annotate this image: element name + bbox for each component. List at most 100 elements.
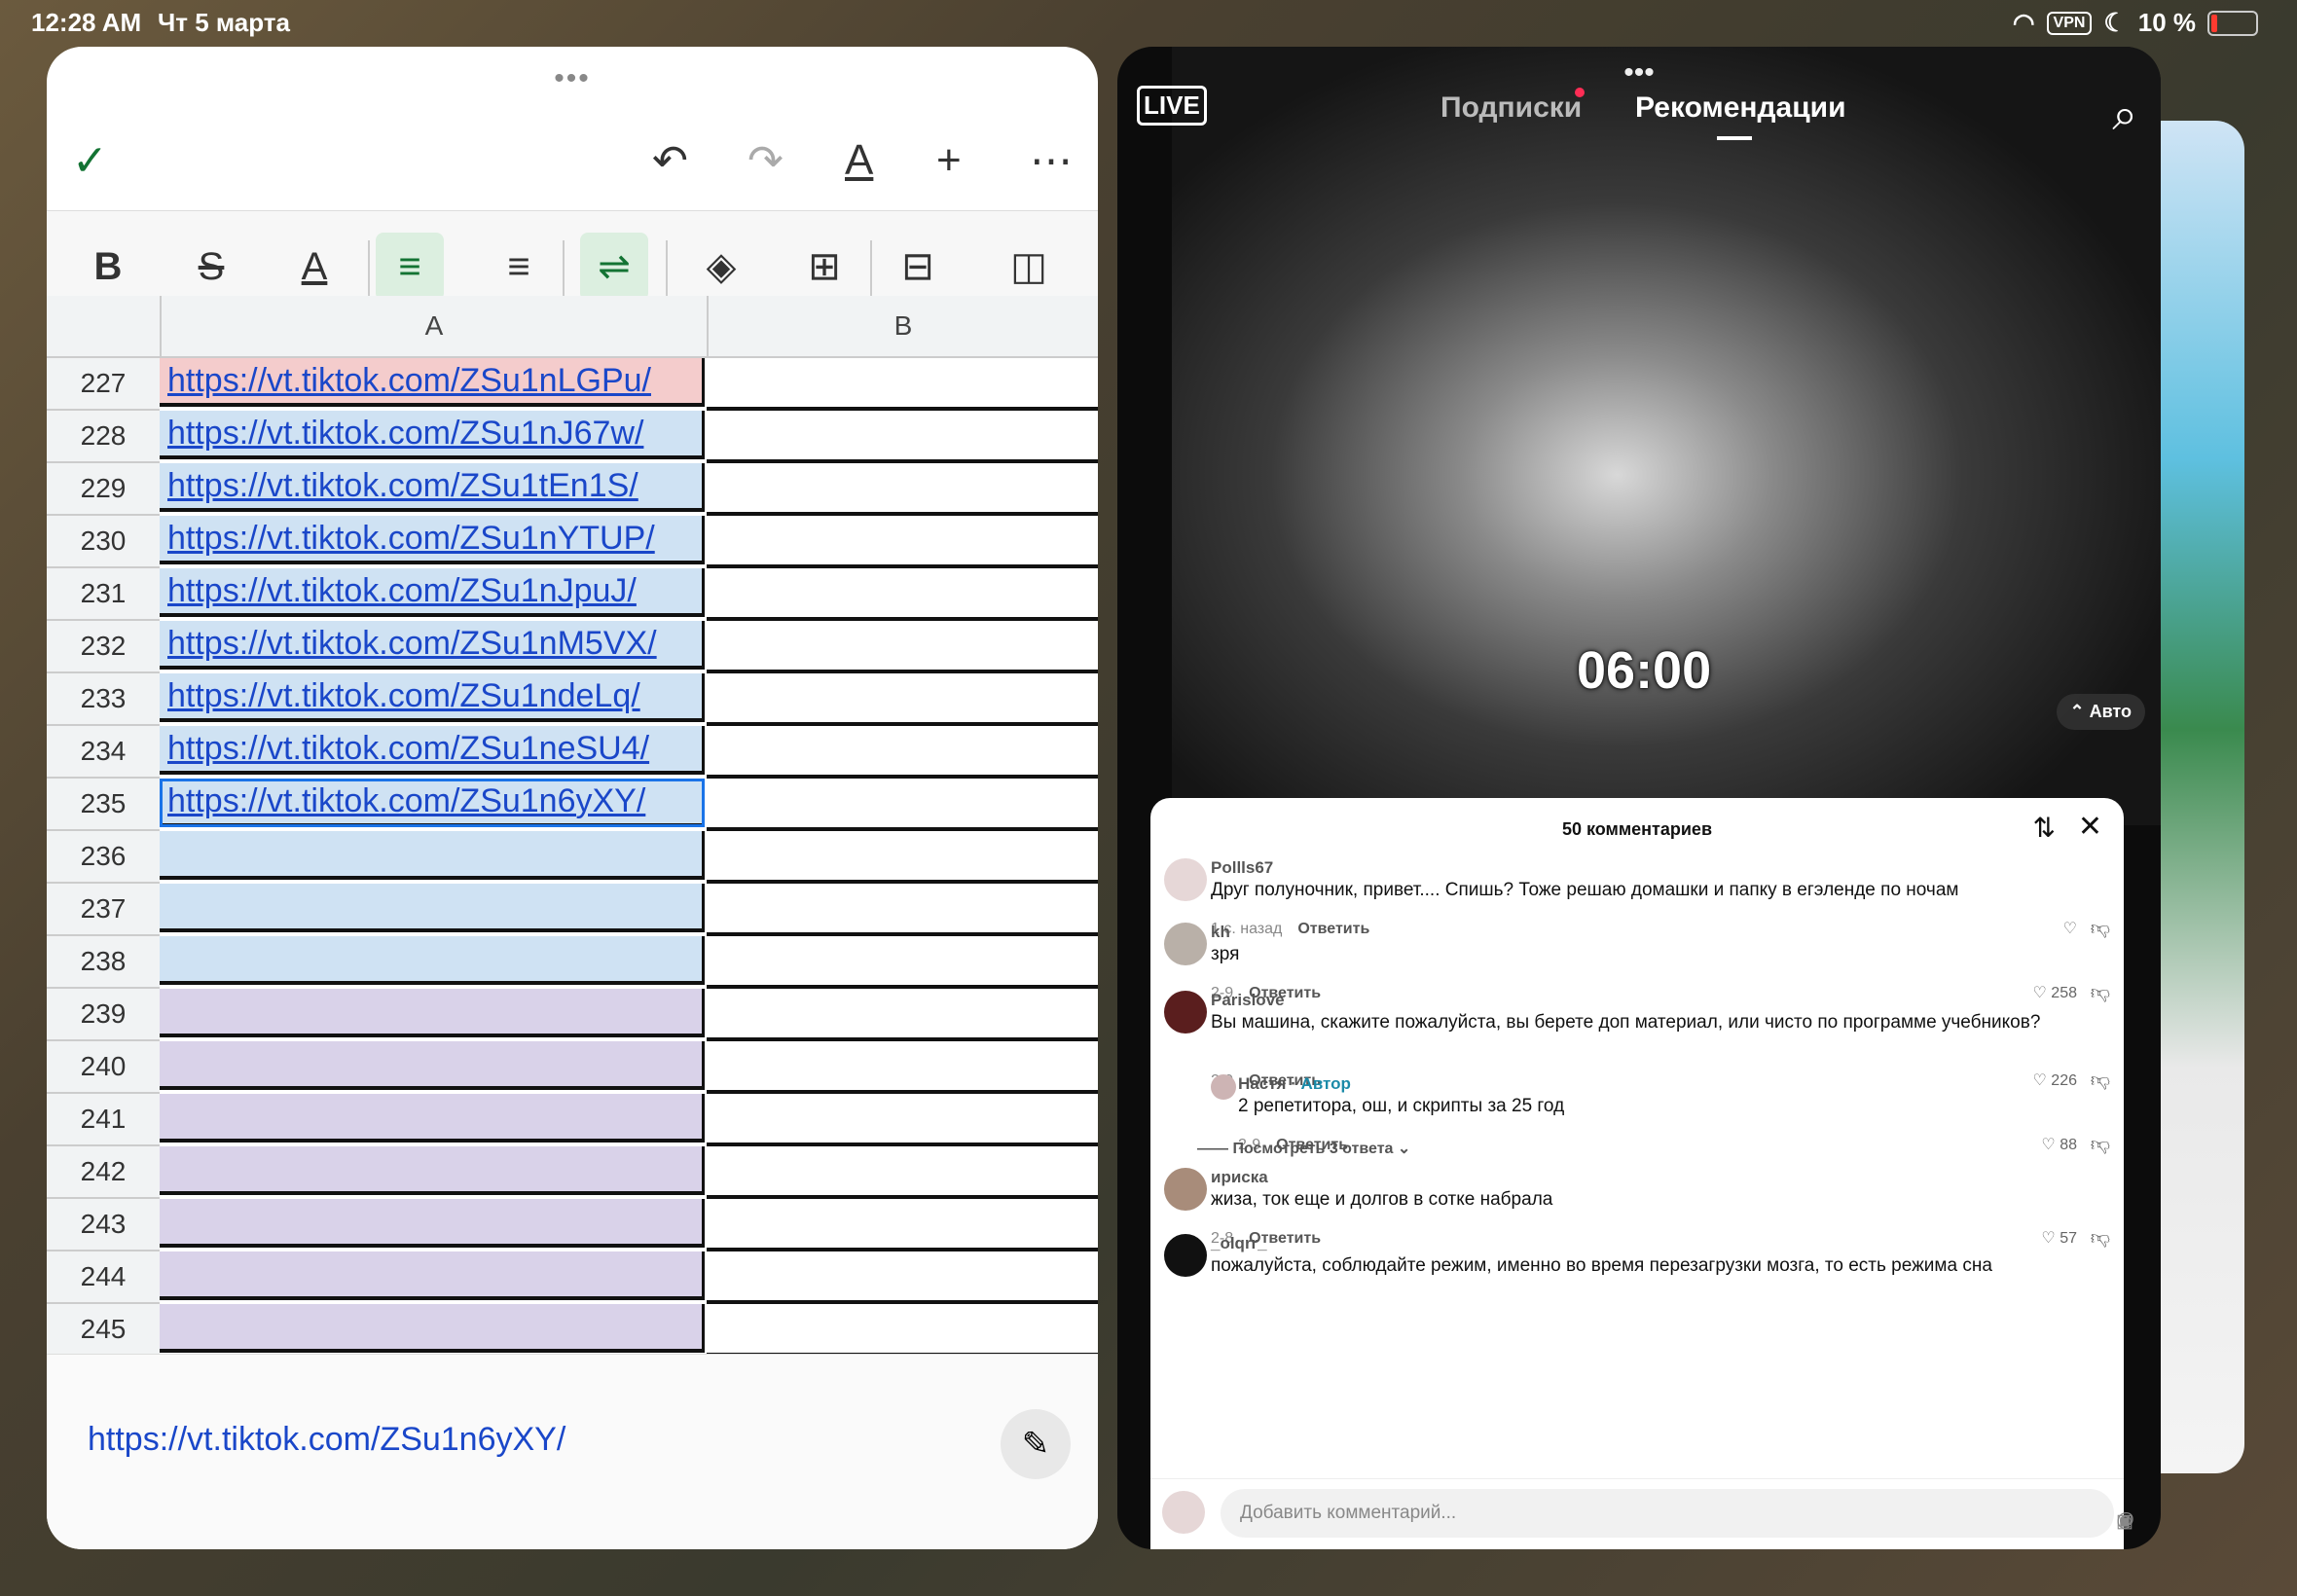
live-button[interactable]: LIVE	[1137, 86, 1207, 126]
row-number[interactable]: 233	[47, 673, 160, 726]
cell-b[interactable]	[707, 411, 1098, 463]
row-number[interactable]: 236	[47, 831, 160, 884]
cell-b[interactable]	[707, 463, 1098, 516]
insert-column-icon[interactable]: ◫	[995, 233, 1063, 301]
text-format-icon[interactable]: A	[845, 136, 873, 185]
cell-a[interactable]	[160, 1146, 705, 1195]
cell-b[interactable]	[707, 779, 1098, 831]
add-comment-input[interactable]: Добавить комментарий... ▣ ☺ @	[1221, 1489, 2134, 1538]
row-number[interactable]: 229	[47, 463, 160, 516]
cell-a[interactable]	[160, 1304, 705, 1353]
cell-b[interactable]	[707, 568, 1098, 621]
cell-link[interactable]: https://vt.tiktok.com/ZSu1nM5VX/	[167, 625, 657, 663]
cell-link[interactable]: https://vt.tiktok.com/ZSu1nJ67w/	[167, 415, 643, 453]
cell-link[interactable]: https://vt.tiktok.com/ZSu1nYTUP/	[167, 520, 655, 558]
cell-b[interactable]	[707, 831, 1098, 884]
cell-b[interactable]	[707, 358, 1098, 411]
sort-icon[interactable]: ⇅	[2033, 812, 2056, 844]
row-number[interactable]: 234	[47, 726, 160, 779]
cell-b[interactable]	[707, 1251, 1098, 1304]
avatar[interactable]	[1164, 991, 1207, 1034]
row-number[interactable]: 237	[47, 884, 160, 936]
view-replies-link[interactable]: —— Посмотреть 3 ответа ⌄	[1197, 1139, 1410, 1158]
checkmark-icon[interactable]: ✓	[72, 136, 108, 186]
comment-author[interactable]: Pollls67	[1211, 858, 1273, 878]
cell-a[interactable]	[160, 936, 705, 985]
window-grabber[interactable]: •••	[554, 62, 591, 95]
borders-icon[interactable]: ⊞	[790, 233, 858, 301]
cell-a[interactable]	[160, 1094, 705, 1143]
cell-link[interactable]: https://vt.tiktok.com/ZSu1tEn1S/	[167, 467, 638, 505]
cell-a[interactable]	[160, 1041, 705, 1090]
cell-link[interactable]: https://vt.tiktok.com/ZSu1nJpuJ/	[167, 572, 637, 610]
comment-author[interactable]: Parislove	[1211, 991, 1285, 1010]
cell-b[interactable]	[707, 989, 1098, 1041]
column-header-a[interactable]: A	[160, 296, 707, 358]
cell-link[interactable]: https://vt.tiktok.com/ZSu1nLGPu/	[167, 362, 651, 400]
dislike-icon[interactable]: 👎︎	[2091, 1069, 2110, 1092]
cell-a[interactable]: https://vt.tiktok.com/ZSu1tEn1S/	[160, 463, 705, 512]
cell-a[interactable]	[160, 884, 705, 932]
comment-author[interactable]: ириска	[1211, 1168, 1268, 1187]
avatar[interactable]	[1211, 1074, 1236, 1100]
dislike-icon[interactable]: 👎︎	[2091, 1133, 2110, 1156]
cell-link[interactable]: https://vt.tiktok.com/ZSu1n6yXY/	[167, 782, 645, 820]
cell-b[interactable]	[707, 936, 1098, 989]
cell-b[interactable]	[707, 1146, 1098, 1199]
cell-b[interactable]	[707, 621, 1098, 673]
edit-pencil-icon[interactable]: ✎	[1001, 1409, 1071, 1479]
close-icon[interactable]: ✕	[2078, 810, 2102, 844]
avatar[interactable]	[1164, 858, 1207, 901]
corner-cell[interactable]	[47, 296, 160, 358]
cell-a[interactable]: https://vt.tiktok.com/ZSu1nYTUP/	[160, 516, 705, 564]
reply-author[interactable]: Настя · Автор	[1238, 1074, 1351, 1094]
row-number[interactable]: 240	[47, 1041, 160, 1094]
strikethrough-icon[interactable]: S	[177, 233, 245, 301]
fill-color-icon[interactable]: ◈	[687, 233, 755, 301]
cell-a[interactable]: https://vt.tiktok.com/ZSu1n6yXY/	[160, 779, 705, 827]
row-number[interactable]: 231	[47, 568, 160, 621]
cell-b[interactable]	[707, 1041, 1098, 1094]
tab-following[interactable]: Подписки	[1440, 91, 1582, 125]
cell-b[interactable]	[707, 1199, 1098, 1251]
tab-for-you[interactable]: Рекомендации	[1635, 91, 1846, 140]
cell-a[interactable]: https://vt.tiktok.com/ZSu1nJpuJ/	[160, 568, 705, 617]
cell-a[interactable]	[160, 989, 705, 1037]
comment-author[interactable]: kh	[1211, 923, 1230, 942]
dislike-icon[interactable]: 👎︎	[2091, 981, 2110, 1004]
cell-a[interactable]	[160, 1199, 705, 1248]
cell-b[interactable]	[707, 884, 1098, 936]
cell-b[interactable]	[707, 673, 1098, 726]
align-center-icon[interactable]: ≡	[485, 233, 553, 301]
column-header-b[interactable]: B	[707, 296, 1098, 358]
like-count[interactable]: ♡ 258	[2033, 983, 2078, 1002]
cell-link[interactable]: https://vt.tiktok.com/ZSu1neSU4/	[167, 730, 649, 768]
row-number[interactable]: 241	[47, 1094, 160, 1146]
row-number[interactable]: 230	[47, 516, 160, 568]
cell-b[interactable]	[707, 516, 1098, 568]
cell-link[interactable]: https://vt.tiktok.com/ZSu1ndeLq/	[167, 677, 640, 715]
auto-scroll-button[interactable]: ⌃ Авто	[2056, 694, 2145, 730]
row-number[interactable]: 232	[47, 621, 160, 673]
cell-a[interactable]: https://vt.tiktok.com/ZSu1neSU4/	[160, 726, 705, 775]
row-number[interactable]: 245	[47, 1304, 160, 1357]
row-number[interactable]: 244	[47, 1251, 160, 1304]
wrap-text-icon[interactable]: ⇌	[580, 233, 648, 301]
more-icon[interactable]: ⋯	[1030, 136, 1073, 186]
text-color-icon[interactable]: A	[280, 233, 348, 301]
row-number[interactable]: 239	[47, 989, 160, 1041]
reply-button[interactable]: Ответить	[1297, 921, 1369, 937]
row-number[interactable]: 228	[47, 411, 160, 463]
avatar[interactable]	[1164, 923, 1207, 965]
cell-a[interactable]: https://vt.tiktok.com/ZSu1ndeLq/	[160, 673, 705, 722]
row-number[interactable]: 242	[47, 1146, 160, 1199]
redo-icon[interactable]: ↷	[747, 136, 784, 186]
window-grabber-right[interactable]: •••	[1623, 56, 1655, 90]
cell-a[interactable]: https://vt.tiktok.com/ZSu1nJ67w/	[160, 411, 705, 459]
cell-a[interactable]: https://vt.tiktok.com/ZSu1nLGPu/	[160, 358, 705, 407]
formula-value[interactable]: https://vt.tiktok.com/ZSu1n6yXY/	[88, 1421, 565, 1459]
row-number[interactable]: 227	[47, 358, 160, 411]
mention-icon[interactable]: @	[2116, 1510, 2134, 1532]
heart-icon[interactable]: ♡	[2063, 919, 2077, 938]
insert-row-icon[interactable]: ⊟	[884, 233, 952, 301]
